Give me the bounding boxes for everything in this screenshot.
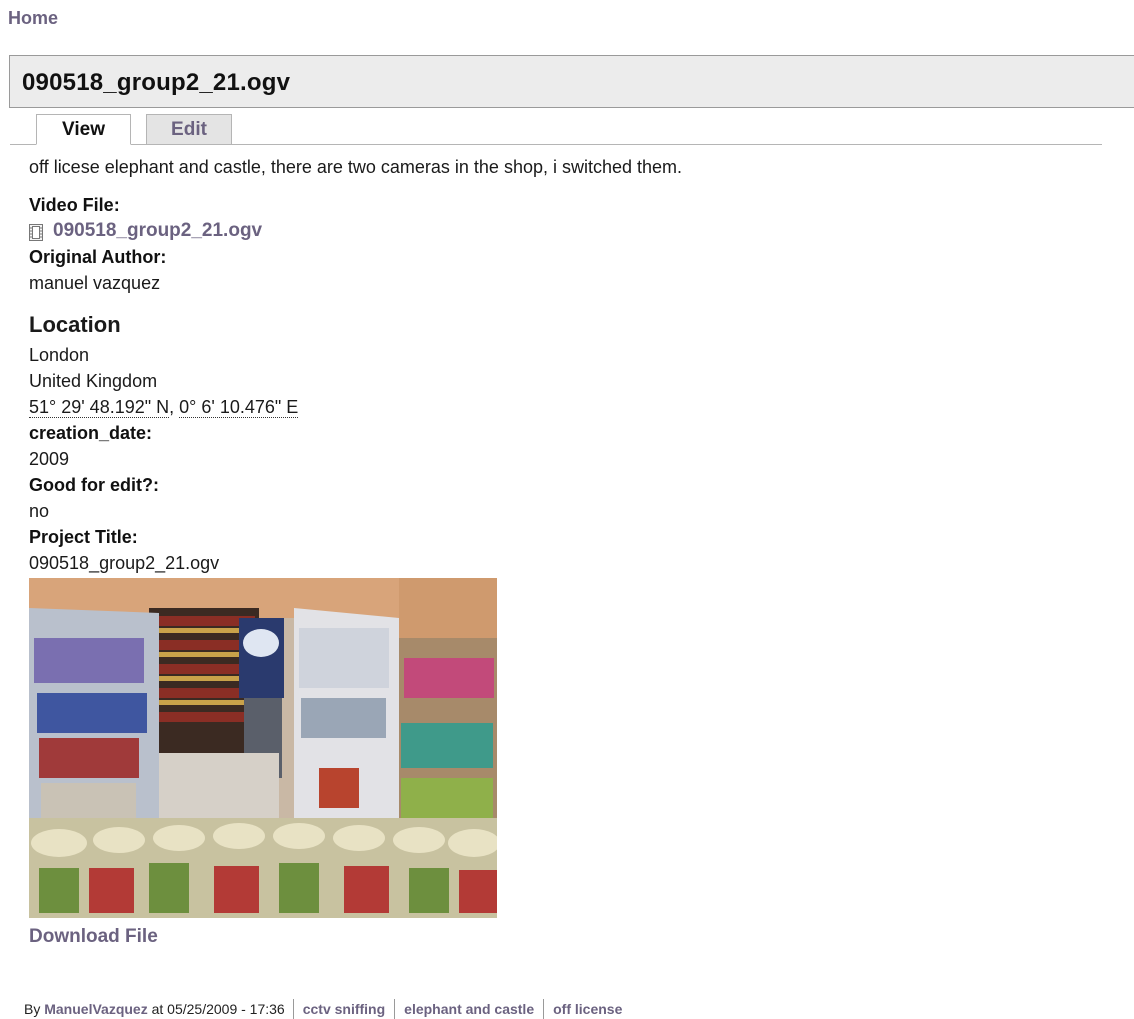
tab-view[interactable]: View [36,114,131,145]
location-latitude: 51° 29' 48.192" N [29,397,170,418]
submitted-date: at 05/25/2009 - 17:36 [151,1001,285,1017]
creation-date-value: 2009 [29,449,70,469]
page-title: 090518_group2_21.ogv [22,69,291,96]
video-file-link[interactable]: 090518_group2_21.ogv [29,218,1109,244]
by-prefix: By [24,1001,41,1017]
video-file-name: 090518_group2_21.ogv [53,220,263,241]
download-file-link[interactable]: Download File [29,924,1109,950]
project-title-value: 090518_group2_21.ogv [29,553,220,573]
location-coordinates: 51° 29' 48.192" N, 0° 6' 10.476" E [29,394,1109,420]
location-heading: Location [29,312,121,337]
creation-date-label: creation_date: [29,423,153,443]
original-author-label: Original Author: [29,247,167,267]
term-elephant-and-castle[interactable]: elephant and castle [394,999,543,1019]
breadcrumb-home-link[interactable]: Home [8,8,58,29]
coordinate-separator: , [169,397,175,417]
term-off-license[interactable]: off license [543,999,631,1019]
page-title-bar: 090518_group2_21.ogv [9,55,1134,108]
good-for-edit-label: Good for edit?: [29,475,159,495]
video-file-label: Video File: [29,195,120,215]
original-author-value: manuel vazquez [29,273,161,293]
location-longitude: 0° 6' 10.476" E [179,397,299,418]
node-content: off licese elephant and castle, there ar… [29,154,1109,950]
location-country: United Kingdom [29,371,158,391]
author-link[interactable]: ManuelVazquez [44,1001,147,1017]
video-snapshot-image [29,578,497,918]
location-city: London [29,345,90,365]
video-file-icon [29,223,43,241]
good-for-edit-value: no [29,501,50,521]
term-cctv-sniffing[interactable]: cctv sniffing [292,999,394,1019]
node-body-text: off licese elephant and castle, there ar… [29,157,683,177]
project-title-label: Project Title: [29,527,138,547]
tab-edit[interactable]: Edit [146,114,232,145]
submitted-info: By ManuelVazquez at 05/25/2009 - 17:36 [24,1001,293,1017]
node-footer: By ManuelVazquez at 05/25/2009 - 17:36 c… [24,999,631,1019]
